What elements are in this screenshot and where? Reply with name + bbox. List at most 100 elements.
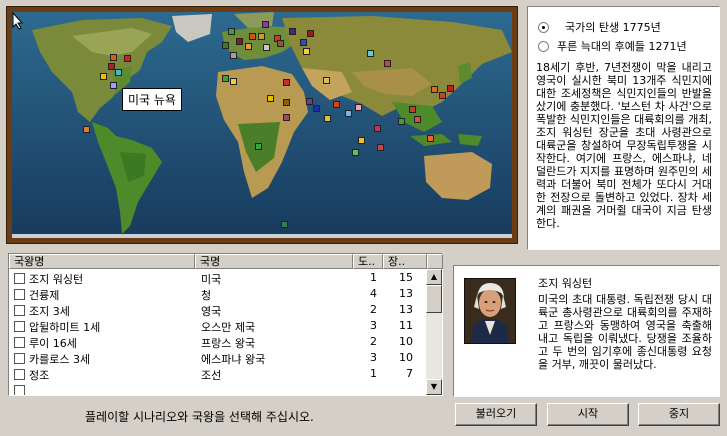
table-row[interactable]: 건륭제 청 4 13 <box>9 286 427 302</box>
territory-marker[interactable] <box>222 42 229 49</box>
scroll-thumb[interactable] <box>426 285 442 313</box>
territory-marker[interactable] <box>115 69 122 76</box>
territory-marker[interactable] <box>110 82 117 89</box>
territory-marker[interactable] <box>300 39 307 46</box>
territory-marker[interactable] <box>124 55 131 62</box>
territory-marker[interactable] <box>277 40 284 47</box>
radio-selected-icon[interactable] <box>538 21 549 33</box>
leader-portrait-icon <box>465 279 515 343</box>
territory-marker[interactable] <box>345 110 352 117</box>
table-row[interactable]: 조지 워싱턴 미국 1 15 <box>9 270 427 286</box>
col-header-country[interactable]: 국명 <box>195 254 353 269</box>
territory-marker[interactable] <box>358 137 365 144</box>
territory-marker[interactable] <box>384 60 391 67</box>
scroll-down-icon[interactable]: ▼ <box>426 379 442 395</box>
territory-marker[interactable] <box>255 143 262 150</box>
territory-marker[interactable] <box>427 135 434 142</box>
cell-d: 2 <box>370 303 377 316</box>
table-row[interactable] <box>9 382 427 395</box>
row-checkbox[interactable] <box>14 369 25 380</box>
king-list-table[interactable]: 국왕명 국명 도.. 장.. 조지 워싱턴 미국 1 15 건륭제 청 4 13… <box>8 253 443 396</box>
territory-marker[interactable] <box>83 126 90 133</box>
territory-marker[interactable] <box>281 221 288 228</box>
territory-marker[interactable] <box>100 73 107 80</box>
territory-marker[interactable] <box>222 75 229 82</box>
leader-name: 조지 워싱턴 <box>538 277 593 290</box>
territory-marker[interactable] <box>333 101 340 108</box>
cell-d: 3 <box>370 319 377 332</box>
territory-marker[interactable] <box>263 44 270 51</box>
territory-marker[interactable] <box>377 144 384 151</box>
king-name: 조지 3세 <box>29 305 70 318</box>
col-header-spacer <box>427 254 443 269</box>
territory-marker[interactable] <box>108 63 115 70</box>
territory-marker[interactable] <box>447 85 454 92</box>
territory-marker[interactable] <box>306 98 313 105</box>
world-map[interactable]: 미국 뉴욕 <box>12 12 512 238</box>
cell-j: 15 <box>399 271 413 284</box>
territory-marker[interactable] <box>236 38 243 45</box>
table-row[interactable]: 루이 16세 프랑스 왕국 2 10 <box>9 334 427 350</box>
territory-marker[interactable] <box>283 114 290 121</box>
territory-marker[interactable] <box>313 105 320 112</box>
cell-d: 3 <box>370 351 377 364</box>
country-name: 오스만 제국 <box>201 321 256 334</box>
territory-marker[interactable] <box>323 77 330 84</box>
row-checkbox[interactable] <box>14 305 25 316</box>
territory-marker[interactable] <box>374 125 381 132</box>
col-header-d[interactable]: 도.. <box>353 254 383 269</box>
cell-d: 1 <box>370 271 377 284</box>
row-checkbox[interactable] <box>14 273 25 284</box>
territory-marker[interactable] <box>307 30 314 37</box>
load-button[interactable]: 불러오기 <box>455 403 537 426</box>
country-name: 조선 <box>201 369 222 382</box>
territory-marker[interactable] <box>110 54 117 61</box>
cell-d: 1 <box>370 367 377 380</box>
territory-marker[interactable] <box>230 52 237 59</box>
territory-marker[interactable] <box>283 99 290 106</box>
territory-marker[interactable] <box>258 33 265 40</box>
table-row[interactable]: 조지 3세 영국 2 13 <box>9 302 427 318</box>
territory-marker[interactable] <box>409 106 416 113</box>
row-checkbox[interactable] <box>14 353 25 364</box>
territory-marker[interactable] <box>355 104 362 111</box>
territory-marker[interactable] <box>324 115 331 122</box>
scenario-option-1271[interactable]: 푸른 늑대의 후예들 1271년 <box>538 38 687 54</box>
col-header-king-name[interactable]: 국왕명 <box>9 254 195 269</box>
territory-marker[interactable] <box>431 86 438 93</box>
scroll-up-icon[interactable]: ▲ <box>426 269 442 285</box>
table-row[interactable]: 카를로스 3세 에스파냐 왕국 3 10 <box>9 350 427 366</box>
territory-marker[interactable] <box>228 28 235 35</box>
territory-marker[interactable] <box>283 79 290 86</box>
cell-j: 13 <box>399 303 413 316</box>
start-button[interactable]: 시작 <box>547 403 629 426</box>
territory-marker[interactable] <box>414 116 421 123</box>
territory-marker[interactable] <box>267 95 274 102</box>
scenario-option-1775[interactable]: 국가의 탄생 1775년 <box>538 19 661 35</box>
territory-marker[interactable] <box>245 43 252 50</box>
territory-marker[interactable] <box>352 149 359 156</box>
territory-marker[interactable] <box>230 78 237 85</box>
row-checkbox[interactable] <box>14 289 25 300</box>
country-name: 영국 <box>201 305 222 318</box>
territory-marker[interactable] <box>289 28 296 35</box>
row-checkbox[interactable] <box>14 337 25 348</box>
table-row[interactable]: 압뒬하미트 1세 오스만 제국 3 11 <box>9 318 427 334</box>
table-scrollbar[interactable]: ▲ ▼ <box>426 269 442 395</box>
col-header-j[interactable]: 장.. <box>383 254 427 269</box>
territory-marker[interactable] <box>249 33 256 40</box>
radio-unselected-icon[interactable] <box>538 40 549 52</box>
scenario-option-label: 국가의 탄생 1775년 <box>565 21 661 34</box>
territory-marker[interactable] <box>367 50 374 57</box>
territory-marker[interactable] <box>398 118 405 125</box>
cell-d: 4 <box>370 287 377 300</box>
territory-marker[interactable] <box>262 21 269 28</box>
table-row[interactable]: 정조 조선 1 7 <box>9 366 427 382</box>
territory-marker[interactable] <box>439 92 446 99</box>
row-checkbox[interactable] <box>14 321 25 332</box>
status-message: 플레이할 시나리오와 국왕을 선택해 주십시오. <box>85 410 314 424</box>
stop-button[interactable]: 중지 <box>638 403 720 426</box>
leader-description: 미국의 초대 대통령. 독립전쟁 당시 대륙군 총사령관으로 대륙회의를 주재하… <box>538 293 712 371</box>
row-checkbox[interactable] <box>14 385 25 395</box>
territory-marker[interactable] <box>303 48 310 55</box>
